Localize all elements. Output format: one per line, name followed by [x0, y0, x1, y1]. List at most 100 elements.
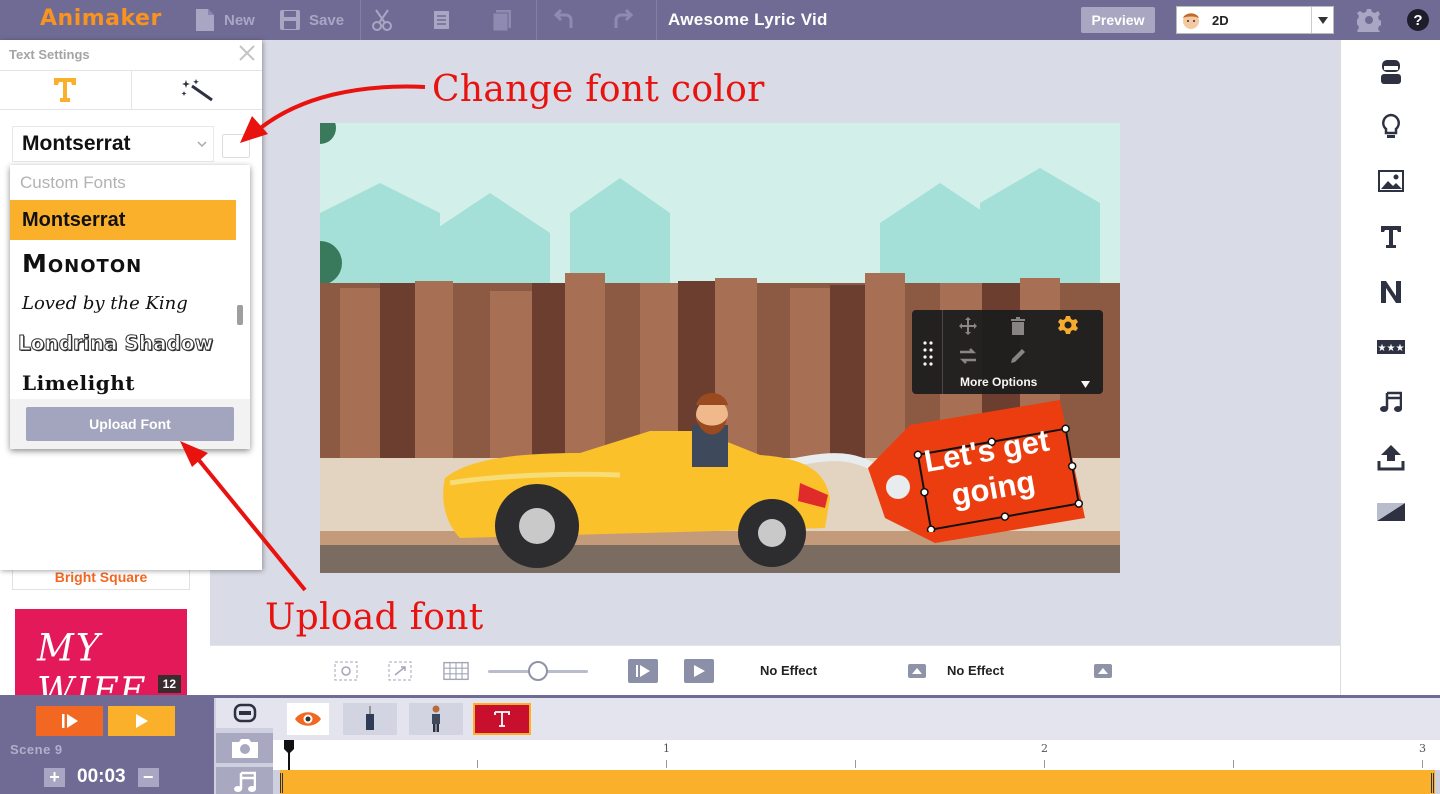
upload-font-button[interactable]: Upload Font: [26, 407, 234, 441]
ruler-tick: [666, 760, 667, 768]
app-logo[interactable]: Animaker: [40, 6, 162, 31]
font-family-select[interactable]: Montserrat: [12, 126, 214, 162]
scene-label: Scene 9: [10, 742, 63, 757]
tab-music[interactable]: [216, 767, 273, 794]
font-option-monoton[interactable]: Monoton: [10, 243, 236, 283]
settings-gear-icon[interactable]: [1058, 315, 1078, 335]
rail-upload[interactable]: [1377, 443, 1405, 471]
timeline-thumb-visibility[interactable]: [287, 703, 329, 735]
rail-text[interactable]: [1377, 223, 1405, 251]
tab-objects[interactable]: [216, 698, 273, 728]
rail-effects[interactable]: ★★★: [1377, 333, 1405, 361]
rail-backgrounds[interactable]: [1377, 167, 1405, 195]
exit-effect-label[interactable]: No Effect: [947, 663, 1004, 678]
font-option-label: Loved by the King: [22, 292, 188, 314]
save-button[interactable]: Save: [279, 0, 344, 40]
rail-properties[interactable]: [1377, 113, 1405, 141]
track-end-handle[interactable]: [1431, 773, 1435, 793]
toolbar-divider: [536, 0, 537, 40]
ruler-tick: [1422, 760, 1423, 768]
play-from-start-button[interactable]: [628, 659, 658, 683]
font-option-montserrat[interactable]: Montserrat: [10, 200, 236, 240]
font-dropdown-scrollbar[interactable]: [237, 305, 243, 325]
scene-track[interactable]: [280, 770, 1435, 794]
rail-characters[interactable]: [1377, 58, 1405, 86]
timeline-thumb-text[interactable]: [473, 703, 531, 735]
undo-button[interactable]: [553, 0, 575, 40]
edit-pencil-icon[interactable]: [1008, 346, 1028, 366]
new-button[interactable]: New: [194, 0, 255, 40]
annotation-change-color: Change font color: [432, 69, 765, 110]
top-toolbar: Animaker New Save Awesome Lyric Vid Prev…: [0, 0, 1440, 40]
help-icon[interactable]: ?: [1406, 8, 1430, 32]
track-start-handle[interactable]: [280, 773, 284, 793]
person-icon: [432, 705, 440, 732]
timeline-ruler[interactable]: 1 2 3: [273, 740, 1440, 770]
character-icon: [233, 703, 256, 723]
project-title[interactable]: Awesome Lyric Vid: [668, 10, 828, 30]
font-color-picker[interactable]: [222, 134, 250, 158]
music-note-icon: [1380, 391, 1402, 412]
zoom-slider-handle[interactable]: [528, 661, 548, 681]
text-icon: [494, 711, 510, 727]
cut-button[interactable]: [371, 0, 393, 40]
rail-numbers[interactable]: [1377, 278, 1405, 306]
font-option-londrina-shadow[interactable]: Londrina Shadow: [10, 323, 236, 363]
timeline-thumb-tag[interactable]: [343, 703, 397, 735]
increase-duration-button[interactable]: +: [44, 767, 65, 787]
tab-text-effects[interactable]: [130, 71, 263, 109]
gear-icon[interactable]: [1357, 8, 1381, 32]
copy-icon: [434, 11, 449, 29]
annotation-upload-font: Upload font: [265, 597, 484, 638]
grid-icon[interactable]: [443, 661, 469, 681]
exit-effect-toggle[interactable]: [1094, 664, 1112, 678]
redo-button[interactable]: [612, 0, 634, 40]
move-icon[interactable]: [958, 316, 978, 336]
color-fill-icon: [1377, 503, 1405, 521]
ruler-label: 3: [1419, 742, 1426, 755]
toolbar-divider: [656, 0, 657, 40]
character-icon: [1381, 60, 1401, 84]
panel-title: Text Settings: [9, 47, 90, 62]
paste-button[interactable]: [491, 0, 513, 40]
play-icon: [694, 665, 705, 677]
ruler-label: 2: [1041, 742, 1048, 755]
mode-select[interactable]: 2D: [1176, 6, 1334, 34]
play-scene-icon: [636, 665, 650, 677]
decrease-duration-button[interactable]: −: [137, 767, 159, 787]
tag-object-icon: [366, 706, 374, 730]
rail-music[interactable]: [1377, 388, 1405, 416]
font-option-loved-by-the-king[interactable]: Loved by the King: [10, 283, 236, 323]
redo-icon: [614, 8, 634, 28]
timeline-thumb-character[interactable]: [409, 703, 463, 735]
copy-button[interactable]: [431, 0, 453, 40]
font-option-label: Montserrat: [22, 208, 126, 231]
playhead-icon[interactable]: [283, 740, 295, 770]
scissors-icon: [372, 9, 392, 31]
play-scene-button[interactable]: [36, 706, 103, 736]
drag-handle-icon[interactable]: [922, 340, 934, 366]
swap-icon[interactable]: [958, 346, 978, 366]
rail-background-color[interactable]: [1377, 498, 1405, 526]
tab-text-style[interactable]: [0, 71, 131, 109]
fullscreen-icon[interactable]: [387, 661, 413, 681]
play-button[interactable]: [684, 659, 714, 683]
preview-button[interactable]: Preview: [1081, 7, 1155, 33]
center-target-icon[interactable]: [333, 661, 359, 681]
enter-effect-label[interactable]: No Effect: [760, 663, 817, 678]
trash-icon[interactable]: [1008, 316, 1028, 336]
font-dropdown-header: Custom Fonts: [20, 173, 126, 192]
library-card[interactable]: MY WIFE 12: [15, 609, 187, 695]
font-dropdown-footer: Upload Font: [10, 399, 250, 449]
enter-effect-toggle[interactable]: [908, 664, 926, 678]
dropdown-arrow-icon[interactable]: [1081, 378, 1090, 388]
duration-control: + 00:03 −: [44, 766, 159, 788]
lightbulb-icon: [1382, 113, 1400, 138]
ruler-tick: [1233, 760, 1234, 768]
play-all-button[interactable]: [108, 706, 175, 736]
more-options-label[interactable]: More Options: [960, 375, 1037, 389]
close-icon[interactable]: [238, 44, 256, 62]
upload-icon: [1377, 445, 1405, 471]
tab-camera[interactable]: [216, 733, 273, 763]
font-option-limelight[interactable]: Limelight: [10, 363, 236, 403]
